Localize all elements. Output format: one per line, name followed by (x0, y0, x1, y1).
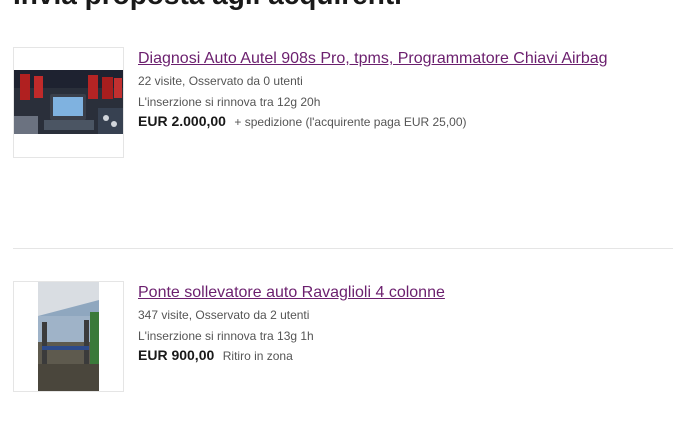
listing-title-link[interactable]: Diagnosi Auto Autel 908s Pro, tpms, Prog… (138, 49, 646, 69)
listing-stats: 22 visite, Osservato da 0 utenti (138, 74, 303, 88)
divider (13, 248, 673, 249)
price-row: EUR 2.000,00 + spedizione (l'acquirente … (138, 112, 658, 131)
listing-title-link[interactable]: Ponte sollevatore auto Ravaglioli 4 colo… (138, 283, 646, 303)
listing-renewal: L'inserzione si rinnova tra 12g 20h (138, 95, 321, 109)
car-lift-image (14, 282, 123, 391)
diagnostic-tool-image (14, 48, 123, 157)
listing-item: Diagnosi Auto Autel 908s Pro, tpms, Prog… (13, 47, 673, 159)
listing-thumbnail[interactable] (13, 281, 124, 392)
price-row: EUR 900,00 Ritiro in zona (138, 346, 658, 365)
page-title: Invia proposta agli acquirenti (13, 0, 402, 9)
listing-renewal: L'inserzione si rinnova tra 13g 1h (138, 329, 314, 343)
listing-item: Ponte sollevatore auto Ravaglioli 4 colo… (13, 281, 673, 393)
listing-price: EUR 900,00 (138, 347, 215, 363)
listing-shipping: + spedizione (l'acquirente paga EUR 25,0… (234, 115, 467, 129)
listing-stats: 347 visite, Osservato da 2 utenti (138, 308, 310, 322)
listing-price: EUR 2.000,00 (138, 113, 226, 129)
listing-thumbnail[interactable] (13, 47, 124, 158)
listing-shipping: Ritiro in zona (222, 349, 293, 363)
